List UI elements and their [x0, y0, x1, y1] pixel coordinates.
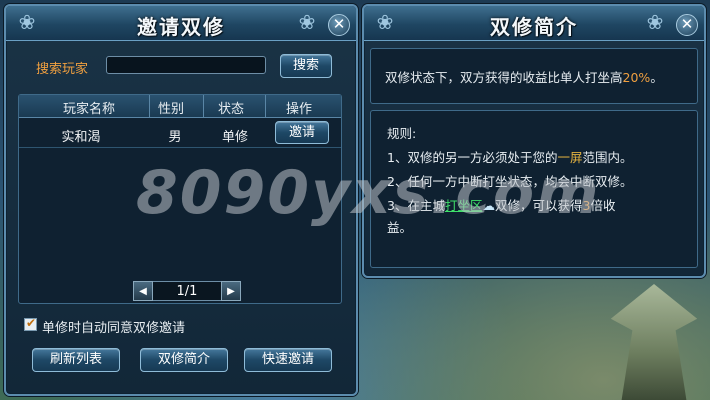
column-divider — [203, 95, 204, 117]
player-name: 实和渴 — [61, 130, 101, 145]
search-input[interactable] — [106, 56, 266, 74]
invite-titlebar[interactable]: ❀ ❀ 邀请双修 ✕ — [6, 6, 356, 41]
prev-page-icon[interactable]: ◀ — [133, 281, 153, 301]
invite-title: 邀请双修 — [137, 15, 225, 39]
intro-summary-box: 双修状态下，双方获得的收益比单人打坐高20%。 — [370, 48, 698, 104]
summary-text: 双修状态下，双方获得的收益比单人打坐高 — [385, 70, 623, 85]
page-indicator: 1/1 — [153, 281, 221, 301]
rule-3-end: 倍收 — [590, 198, 616, 213]
rule-1: 1、双修的另一方必须处于您的一屏范围内。 — [387, 147, 633, 166]
player-status: 单修 — [221, 130, 248, 145]
checkmark-icon: ✔ — [26, 316, 37, 330]
player-table: 玩家名称 性别 状态 操作 实和渴 男 单修 邀请 ◀ 1/1 ▶ — [18, 94, 342, 304]
col-header-action: 操作 — [285, 102, 312, 117]
close-icon[interactable]: ✕ — [328, 14, 350, 36]
next-page-icon[interactable]: ▶ — [221, 281, 241, 301]
rules-box: 规则: 1、双修的另一方必须处于您的一屏范围内。 2、任何一方中断打坐状态，均会… — [370, 110, 698, 268]
intro-title: 双修简介 — [490, 15, 578, 39]
invite-button[interactable]: 邀请 — [275, 121, 329, 144]
rule-3: 3、在主城打坐区☁双修，可以获得3倍收 — [387, 195, 615, 214]
intro-titlebar[interactable]: ❀ ❀ 双修简介 ✕ — [364, 6, 704, 41]
table-row[interactable]: 实和渴 男 单修 邀请 — [19, 119, 341, 148]
intro-panel: ❀ ❀ 双修简介 ✕ 双修状态下，双方获得的收益比单人打坐高20%。 规则: 1… — [362, 4, 706, 278]
dual-intro-button[interactable]: 双修简介 — [140, 348, 228, 372]
rule-1-end: 范围内。 — [582, 150, 633, 165]
rule-2: 2、任何一方中断打坐状态，均会中断双修。 — [387, 174, 633, 189]
close-icon[interactable]: ✕ — [676, 14, 698, 36]
rules-title: 规则: — [387, 126, 417, 141]
intro-summary: 双修状态下，双方获得的收益比单人打坐高20%。 — [385, 67, 663, 86]
rule-1-text: 1、双修的另一方必须处于您的 — [387, 150, 558, 165]
rule-3-mid: 双修，可以获得 — [494, 198, 583, 213]
cloud-icon: ☁ — [482, 198, 495, 213]
table-header: 玩家名称 性别 状态 操作 — [19, 95, 341, 118]
col-header-gender: 性别 — [157, 102, 184, 117]
rule-3-wrap: 益。 — [387, 220, 413, 235]
rule-3-text: 3、在主城 — [387, 198, 445, 213]
col-header-status: 状态 — [217, 102, 244, 117]
invite-panel: ❀ ❀ 邀请双修 ✕ 搜索玩家 搜索 玩家名称 性别 状态 操作 实和渴 男 单… — [4, 4, 358, 396]
search-label: 搜索玩家 — [36, 62, 89, 77]
pagination: ◀ 1/1 ▶ — [133, 281, 241, 301]
pagoda-decoration — [610, 284, 698, 400]
refresh-list-button[interactable]: 刷新列表 — [32, 348, 120, 372]
meditation-zone-link[interactable]: 打坐区 — [445, 198, 483, 213]
summary-end: 。 — [650, 70, 663, 85]
player-gender: 男 — [168, 130, 182, 145]
column-divider — [149, 95, 150, 117]
auto-agree-checkbox[interactable]: ✔ — [24, 316, 37, 331]
col-header-name: 玩家名称 — [62, 102, 115, 117]
summary-percent: 20% — [622, 70, 651, 85]
auto-agree-label: 单修时自动同意双修邀请 — [42, 321, 186, 336]
quick-invite-button[interactable]: 快速邀请 — [244, 348, 332, 372]
rule-1-highlight: 一屏 — [557, 150, 583, 165]
search-button[interactable]: 搜索 — [280, 54, 332, 78]
column-divider — [265, 95, 266, 117]
